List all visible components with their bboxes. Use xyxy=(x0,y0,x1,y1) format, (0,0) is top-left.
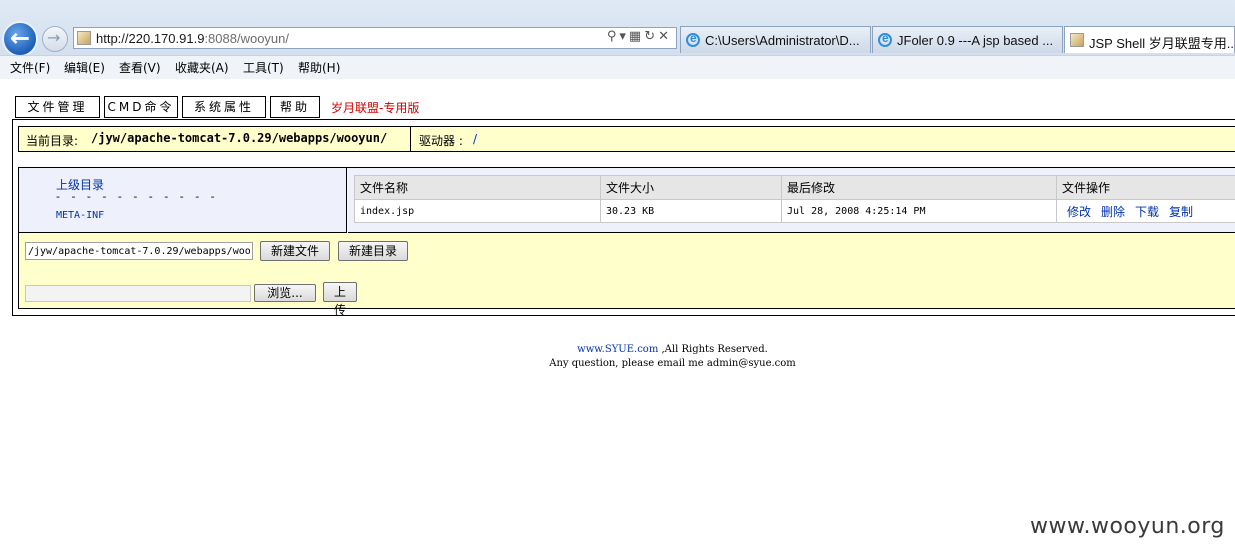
watermark: www.wooyun.org xyxy=(1030,514,1225,539)
address-bar[interactable]: http://220.170.91.9:8088/wooyun/ ⚲▾▦↻✕ xyxy=(73,27,677,49)
url-path: :8088/wooyun/ xyxy=(204,31,290,46)
file-table: 文件名称 文件大小 最后修改 文件操作 index.jsp 30.23 KB J… xyxy=(354,175,1235,223)
browser-tab-3[interactable]: JSP Shell 岁月联盟专用... xyxy=(1064,26,1235,53)
menu-tools[interactable]: 工具(T) xyxy=(243,59,284,76)
footer-rights: ,All Rights Reserved. xyxy=(661,344,768,355)
file-modified: Jul 28, 2008 4:25:14 PM xyxy=(781,199,1057,223)
refresh-icon[interactable]: ↻ xyxy=(644,29,658,44)
footer-site-link[interactable]: www.SYUE.com xyxy=(577,344,658,355)
jsp-page-icon xyxy=(77,31,91,45)
tab-label: C:\Users\Administrator\D... xyxy=(705,33,860,48)
tab-label: JSP Shell 岁月联盟专用... xyxy=(1089,36,1235,51)
browser-panel: 上级目录 - - - - - - - - - - - META-INF 文件名称… xyxy=(18,167,1235,317)
file-manager-button[interactable]: 文件管理 xyxy=(15,96,100,118)
directory-panel: 上级目录 - - - - - - - - - - - META-INF xyxy=(19,168,347,233)
copy-link[interactable]: 复制 xyxy=(1169,205,1193,219)
table-header-row: 文件名称 文件大小 最后修改 文件操作 xyxy=(354,175,1235,200)
col-header-ops: 文件操作 xyxy=(1056,175,1235,200)
path-input[interactable] xyxy=(25,242,253,260)
footer-contact: Any question, please email me admin@syue… xyxy=(549,358,796,369)
jsp-page-icon xyxy=(1070,33,1084,47)
system-properties-button[interactable]: 系统属性 xyxy=(182,96,266,118)
upload-button[interactable]: 上传 xyxy=(323,282,357,317)
current-dir-label: 当前目录: xyxy=(26,134,79,148)
ie-icon xyxy=(686,31,700,47)
stop-icon[interactable]: ✕ xyxy=(658,29,672,44)
file-name: index.jsp xyxy=(354,199,601,223)
back-arrow-icon[interactable] xyxy=(2,21,38,57)
compat-view-icon[interactable]: ▦ xyxy=(629,29,644,44)
address-tools[interactable]: ⚲▾▦↻✕ xyxy=(607,29,672,44)
drive-link[interactable]: / xyxy=(473,132,477,146)
divider xyxy=(410,127,411,151)
delete-link[interactable]: 删除 xyxy=(1101,205,1125,219)
search-icon[interactable]: ⚲ xyxy=(607,29,620,44)
table-row: index.jsp 30.23 KB Jul 28, 2008 4:25:14 … xyxy=(354,199,1235,223)
forward-arrow-icon[interactable] xyxy=(42,26,68,52)
download-link[interactable]: 下载 xyxy=(1135,205,1159,219)
browse-button[interactable]: 浏览... xyxy=(254,284,316,302)
dropdown-icon[interactable]: ▾ xyxy=(619,29,629,44)
file-ops: 修改 删除 下载 复制 xyxy=(1056,199,1235,223)
new-dir-button[interactable]: 新建目录 xyxy=(338,241,408,261)
menu-favorites[interactable]: 收藏夹(A) xyxy=(175,59,229,76)
new-file-button[interactable]: 新建文件 xyxy=(260,241,330,261)
divider: - - - - - - - - - - - xyxy=(56,190,219,203)
menu-help[interactable]: 帮助(H) xyxy=(298,59,340,76)
ie-icon xyxy=(878,31,892,47)
file-list-panel: 文件名称 文件大小 最后修改 文件操作 index.jsp 30.23 KB J… xyxy=(348,168,1235,233)
browser-chrome: http://220.170.91.9:8088/wooyun/ ⚲▾▦↻✕ C… xyxy=(0,0,1235,79)
tab-label: JFoler 0.9 ---A jsp based ... xyxy=(897,33,1054,48)
menu-bar: 文件(F) 编辑(E) 查看(V) 收藏夹(A) 工具(T) 帮助(H) xyxy=(0,55,1235,79)
current-dir-value: /jyw/apache-tomcat-7.0.29/webapps/wooyun… xyxy=(91,131,388,145)
menu-view[interactable]: 查看(V) xyxy=(119,59,161,76)
help-button[interactable]: 帮助 xyxy=(270,96,320,118)
drive-label: 驱动器 : xyxy=(419,134,463,148)
brand-label: 岁月联盟-专用版 xyxy=(331,101,420,115)
col-header-modified: 最后修改 xyxy=(781,175,1057,200)
footer-copyright: www.SYUE.com ,All Rights Reserved. xyxy=(0,344,1235,355)
menu-file[interactable]: 文件(F) xyxy=(10,59,50,76)
menu-edit[interactable]: 编辑(E) xyxy=(64,59,105,76)
upload-file-field[interactable] xyxy=(25,285,251,302)
col-header-name: 文件名称 xyxy=(354,175,601,200)
col-header-size: 文件大小 xyxy=(600,175,782,200)
browser-tab-2[interactable]: JFoler 0.9 ---A jsp based ... xyxy=(872,26,1063,53)
dir-link-meta-inf[interactable]: META-INF xyxy=(56,210,104,221)
edit-link[interactable]: 修改 xyxy=(1067,205,1091,219)
cmd-button[interactable]: CMD命令 xyxy=(104,96,178,118)
file-size: 30.23 KB xyxy=(600,199,782,223)
url-host: http://220.170.91.9 xyxy=(96,31,205,46)
browser-tab-1[interactable]: C:\Users\Administrator\D... xyxy=(680,26,871,53)
path-bar: 当前目录: /jyw/apache-tomcat-7.0.29/webapps/… xyxy=(18,126,1235,152)
url-text[interactable]: http://220.170.91.9:8088/wooyun/ xyxy=(96,31,289,46)
